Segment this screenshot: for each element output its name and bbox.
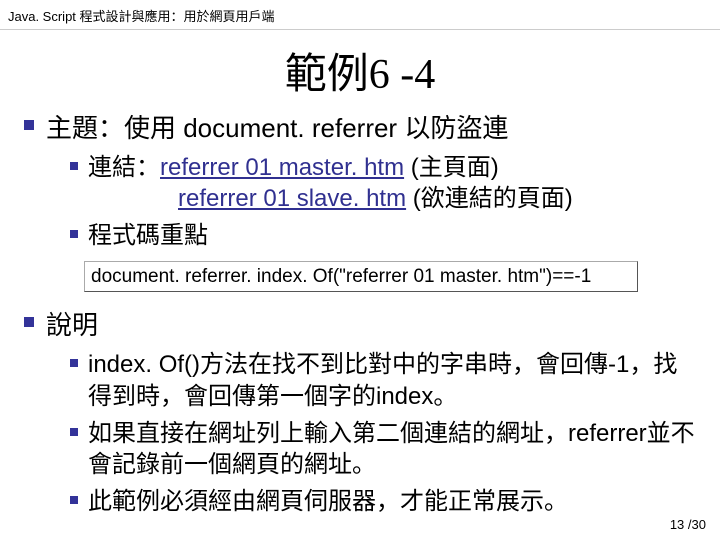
slide-header: Java. Script 程式設計與應用：用於網頁用戶端 [0,0,720,30]
square-bullet-icon [70,359,78,367]
code-item: 程式碼重點 [70,220,700,251]
topic-item: 主題：使用 document. referrer 以防盜連 連結：referre… [24,111,700,300]
square-bullet-icon [24,317,34,327]
explain-label: 說明 [46,308,700,343]
code-label: 程式碼重點 [88,220,700,251]
link-slave-note: (欲連結的頁面) [406,185,573,212]
explain-text-1: index. Of()方法在找不到比對中的字串時，會回傳-1，找得到時，會回傳第… [88,349,700,411]
square-bullet-icon [24,120,34,130]
list-item: index. Of()方法在找不到比對中的字串時，會回傳-1，找得到時，會回傳第… [70,349,700,411]
page-current: 13 [670,517,684,532]
slide-title: 範例6 -4 [0,40,720,101]
link-prefix: 連結： [88,154,160,181]
topic-text: 主題：使用 document. referrer 以防盜連 [46,111,700,146]
explain-item: 說明 index. Of()方法在找不到比對中的字串時，會回傳-1，找得到時，會… [24,308,700,517]
link-line-2: referrer 01 slave. htm (欲連結的頁面) [70,183,700,214]
square-bullet-icon [70,162,78,170]
page-sep: / [684,517,691,532]
link-master-note: (主頁面) [404,154,499,181]
page-total: 30 [692,517,706,532]
list-item: 如果直接在網址列上輸入第二個連結的網址，referrer並不會記錄前一個網頁的網… [70,418,700,480]
link-item: 連結：referrer 01 master. htm (主頁面) referre… [70,152,700,214]
link-master[interactable]: referrer 01 master. htm [160,154,404,181]
link-line: 連結：referrer 01 master. htm (主頁面) [88,152,700,183]
square-bullet-icon [70,230,78,238]
link-slave[interactable]: referrer 01 slave. htm [178,185,406,212]
square-bullet-icon [70,496,78,504]
explain-text-2: 如果直接在網址列上輸入第二個連結的網址，referrer並不會記錄前一個網頁的網… [88,418,700,480]
explain-text-3: 此範例必須經由網頁伺服器，才能正常展示。 [88,486,700,517]
page-number: 13 /30 [670,517,706,532]
code-box: document. referrer. index. Of("referrer … [84,261,638,293]
slide: Java. Script 程式設計與應用：用於網頁用戶端 範例6 -4 主題：使… [0,0,720,540]
slide-content: 主題：使用 document. referrer 以防盜連 連結：referre… [0,111,720,517]
square-bullet-icon [70,428,78,436]
list-item: 此範例必須經由網頁伺服器，才能正常展示。 [70,486,700,517]
